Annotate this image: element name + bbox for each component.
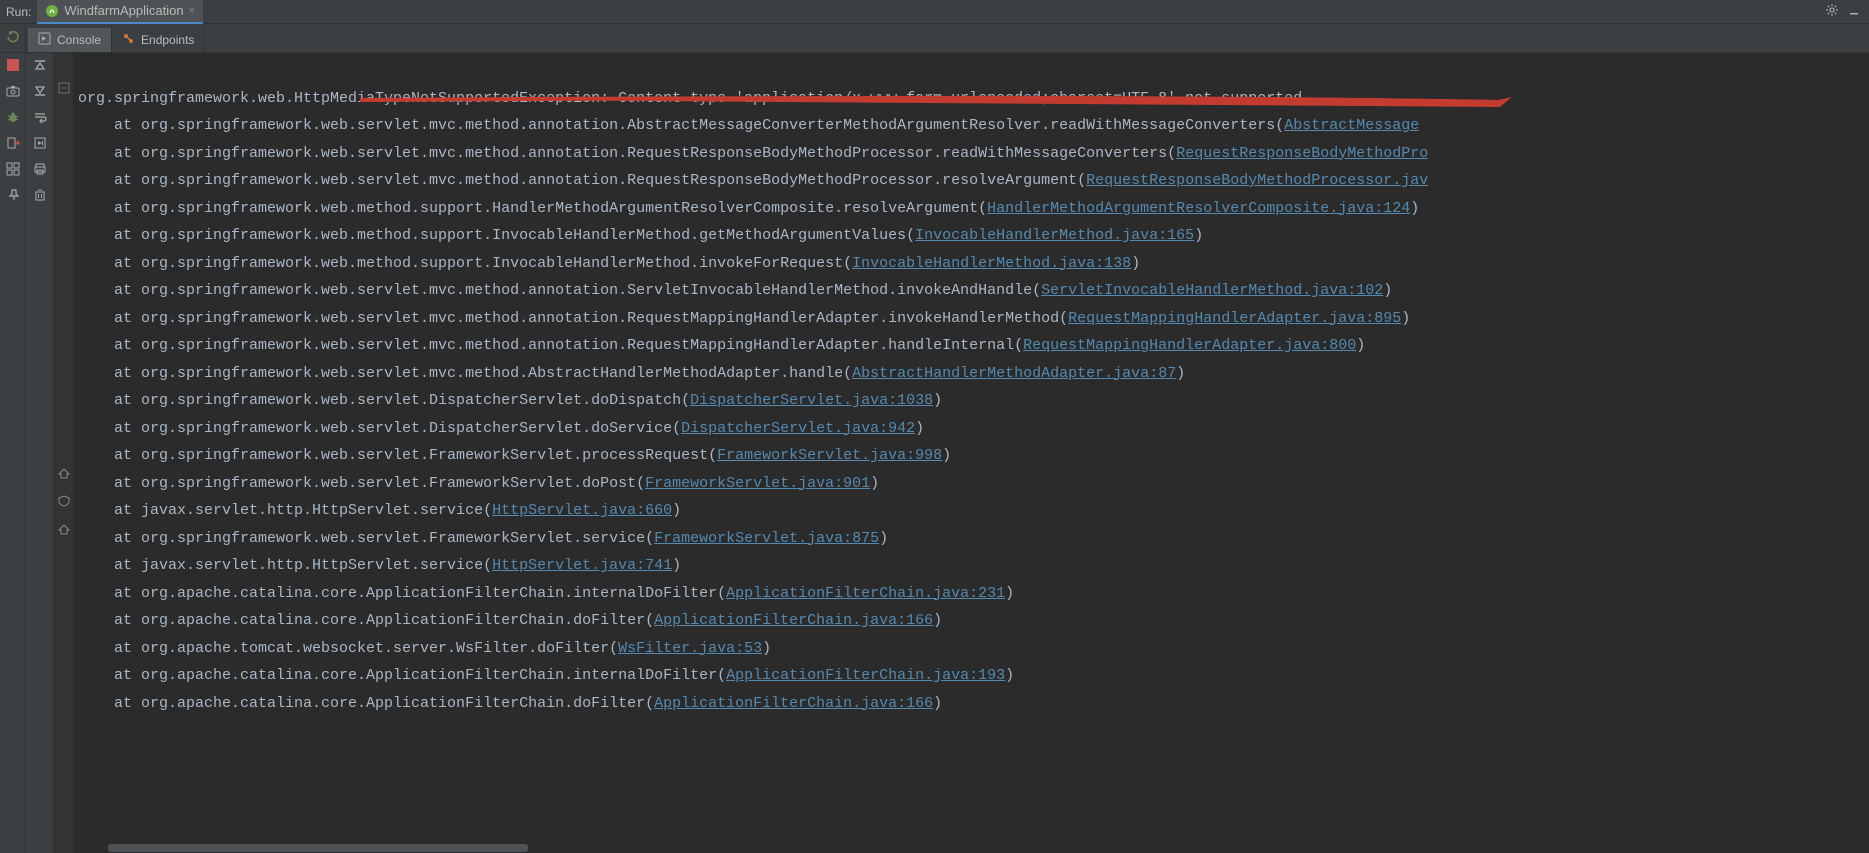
run-tab-windfarm[interactable]: WindfarmApplication × [37, 0, 203, 24]
tab-endpoints[interactable]: Endpoints [112, 28, 205, 52]
console-icon [38, 32, 51, 48]
spring-boot-icon [45, 4, 59, 18]
tab-console-label: Console [57, 33, 101, 47]
trash-icon[interactable] [32, 187, 48, 203]
source-link[interactable]: InvocableHandlerMethod.java:165 [915, 227, 1194, 244]
horizontal-scrollbar[interactable] [108, 843, 1869, 853]
source-link[interactable]: AbstractHandlerMethodAdapter.java:87 [852, 365, 1176, 382]
scroll-up-icon[interactable] [32, 57, 48, 73]
run-toolwindow-header: Run: WindfarmApplication × [0, 0, 1869, 24]
editor-marker-gutter [54, 53, 74, 853]
source-link[interactable]: FrameworkServlet.java:901 [645, 475, 870, 492]
source-link[interactable]: HttpServlet.java:660 [492, 502, 672, 519]
source-link[interactable]: DispatcherServlet.java:942 [681, 420, 915, 437]
source-link[interactable]: ApplicationFilterChain.java:231 [726, 585, 1005, 602]
source-link[interactable]: RequestMappingHandlerAdapter.java:895 [1068, 310, 1401, 327]
home-marker-icon[interactable] [57, 522, 71, 536]
source-link[interactable]: RequestMappingHandlerAdapter.java:800 [1023, 337, 1356, 354]
run-label: Run: [6, 5, 37, 19]
close-tab-icon[interactable]: × [189, 5, 195, 17]
source-link[interactable]: HandlerMethodArgumentResolverComposite.j… [987, 200, 1410, 217]
run-tab-label: WindfarmApplication [64, 3, 183, 18]
collapse-fold-icon[interactable] [57, 81, 71, 95]
scroll-to-end-icon[interactable] [32, 135, 48, 151]
gear-icon[interactable] [1825, 3, 1839, 20]
source-link[interactable]: ApplicationFilterChain.java:166 [654, 695, 933, 712]
pin-icon[interactable] [5, 187, 21, 203]
run-actions-gutter [0, 53, 26, 853]
source-link[interactable]: FrameworkServlet.java:875 [654, 530, 879, 547]
source-link[interactable]: FrameworkServlet.java:998 [717, 447, 942, 464]
shield-marker-icon[interactable] [57, 494, 71, 508]
source-link[interactable]: AbstractMessage [1284, 117, 1419, 134]
exit-icon[interactable] [5, 135, 21, 151]
source-link[interactable]: WsFilter.java:53 [618, 640, 762, 657]
source-link[interactable]: DispatcherServlet.java:1038 [690, 392, 933, 409]
source-link[interactable]: ApplicationFilterChain.java:166 [654, 612, 933, 629]
source-link[interactable]: InvocableHandlerMethod.java:138 [852, 255, 1131, 272]
scroll-down-icon[interactable] [32, 83, 48, 99]
tab-endpoints-label: Endpoints [141, 33, 194, 47]
soft-wrap-icon[interactable] [32, 109, 48, 125]
tab-console[interactable]: Console [28, 28, 112, 52]
home-marker-icon[interactable] [57, 466, 71, 480]
bug-icon[interactable] [5, 109, 21, 125]
print-icon[interactable] [32, 161, 48, 177]
rerun-icon[interactable] [6, 30, 20, 47]
source-link[interactable]: ServletInvocableHandlerMethod.java:102 [1041, 282, 1383, 299]
console-actions-gutter [26, 53, 54, 853]
camera-icon[interactable] [5, 83, 21, 99]
stop-icon[interactable] [5, 57, 21, 73]
scrollbar-thumb[interactable] [108, 844, 528, 852]
endpoints-icon [122, 32, 135, 48]
source-link[interactable]: HttpServlet.java:741 [492, 557, 672, 574]
stack-trace-text[interactable]: org.springframework.web.HttpMediaTypeNot… [78, 57, 1869, 717]
console-subtabs-row: Console Endpoints [0, 24, 1869, 53]
console-output[interactable]: org.springframework.web.HttpMediaTypeNot… [74, 53, 1869, 853]
minimize-icon[interactable] [1847, 3, 1861, 20]
source-link[interactable]: RequestResponseBodyMethodPro [1176, 145, 1428, 162]
source-link[interactable]: ApplicationFilterChain.java:193 [726, 667, 1005, 684]
source-link[interactable]: RequestResponseBodyMethodProcessor.jav [1086, 172, 1428, 189]
console-main: org.springframework.web.HttpMediaTypeNot… [0, 53, 1869, 853]
layout-icon[interactable] [5, 161, 21, 177]
